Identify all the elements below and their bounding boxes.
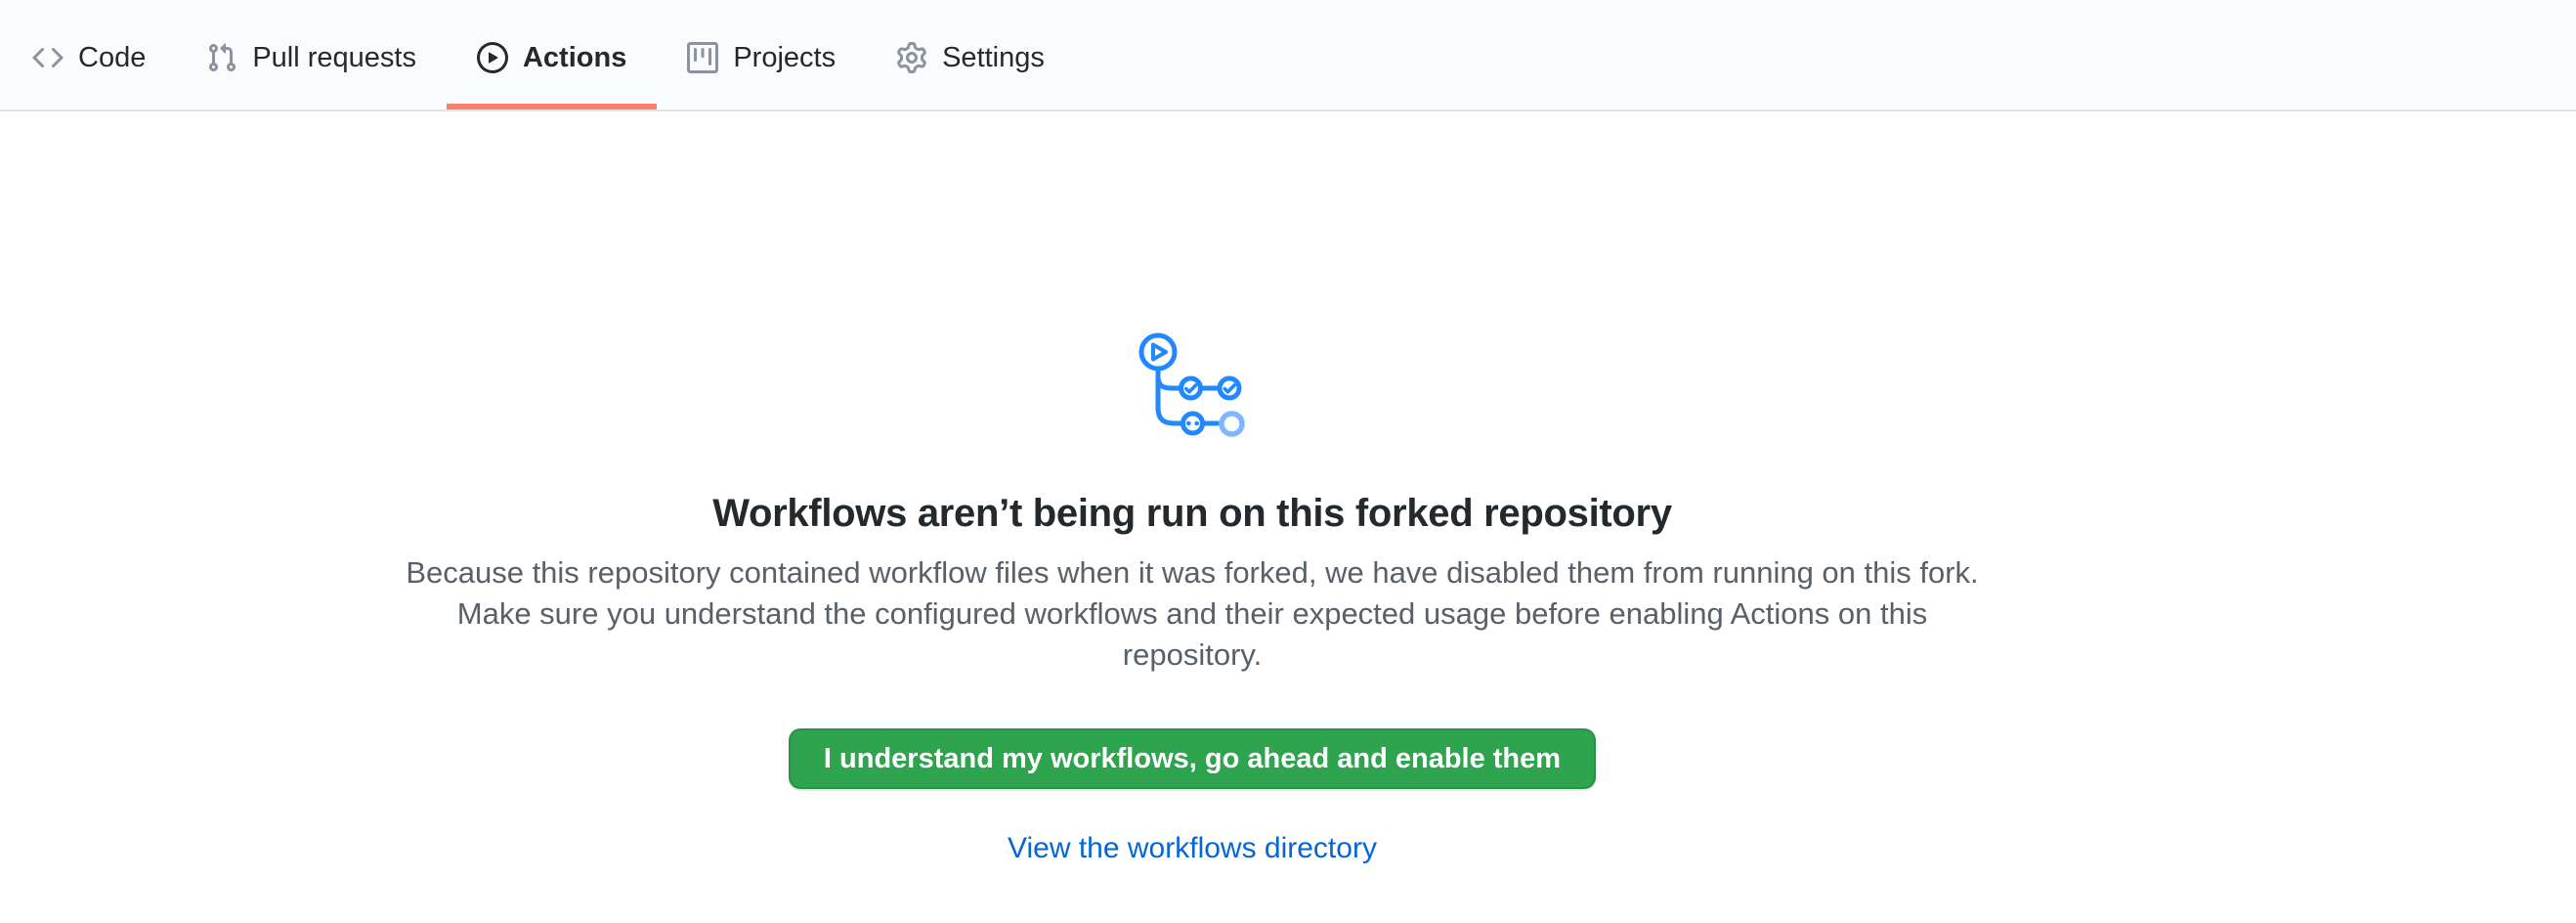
tab-label: Code <box>78 42 146 74</box>
tab-settings[interactable]: Settings <box>866 12 1075 110</box>
blankslate-description: Because this repository contained workfl… <box>391 552 1994 676</box>
tab-actions[interactable]: Actions <box>447 12 657 110</box>
play-icon <box>477 42 508 73</box>
tab-label: Pull requests <box>252 42 416 74</box>
tab-label: Actions <box>523 42 626 74</box>
view-workflows-link[interactable]: View the workflows directory <box>391 832 1994 865</box>
workflow-graph-icon <box>1134 330 1251 442</box>
actions-blankslate: Workflows aren’t being run on this forke… <box>391 111 1994 865</box>
code-icon <box>32 42 64 73</box>
pull-request-icon <box>206 42 237 73</box>
tab-code[interactable]: Code <box>2 12 176 110</box>
tab-projects[interactable]: Projects <box>657 12 866 110</box>
tab-pull-requests[interactable]: Pull requests <box>176 12 447 110</box>
repo-tab-nav: Code Pull requests Actions Projects Sett… <box>0 0 2576 111</box>
blankslate-heading: Workflows aren’t being run on this forke… <box>391 490 1994 537</box>
enable-workflows-button[interactable]: I understand my workflows, go ahead and … <box>789 728 1596 789</box>
tab-label: Settings <box>942 42 1045 74</box>
tab-label: Projects <box>733 42 836 74</box>
gear-icon <box>896 42 927 73</box>
project-icon <box>687 42 718 73</box>
